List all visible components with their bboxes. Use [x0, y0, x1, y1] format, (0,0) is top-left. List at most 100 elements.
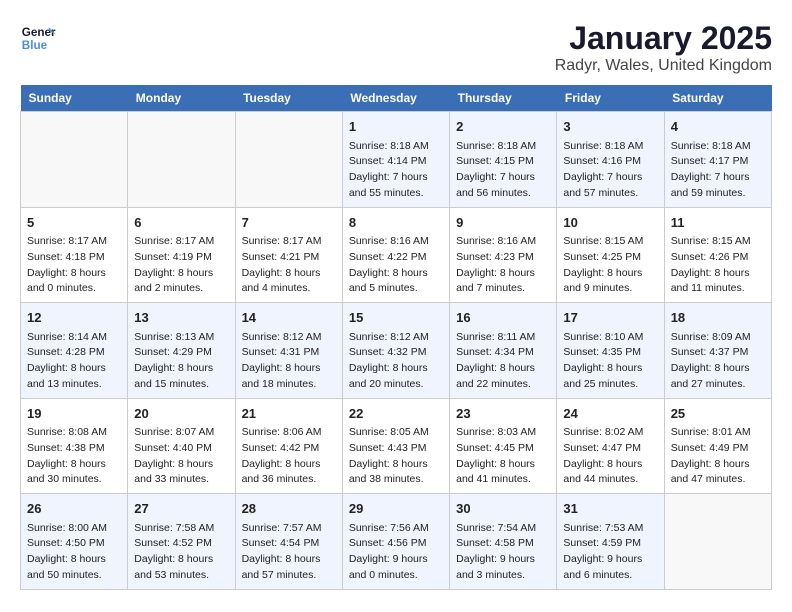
day-number: 10 [563, 213, 657, 233]
calendar-cell [235, 112, 342, 208]
day-info: Sunset: 4:34 PM [456, 345, 550, 361]
day-info: Sunset: 4:52 PM [134, 536, 228, 552]
day-info: Sunset: 4:17 PM [671, 154, 765, 170]
day-info: Sunrise: 8:16 AM [349, 234, 443, 250]
day-info: Daylight: 7 hours [563, 170, 657, 186]
day-info: Daylight: 8 hours [27, 361, 121, 377]
day-info: Sunrise: 8:05 AM [349, 425, 443, 441]
day-info: and 27 minutes. [671, 377, 765, 393]
day-number: 22 [349, 404, 443, 424]
day-info: Sunset: 4:22 PM [349, 250, 443, 266]
calendar-week-row: 12Sunrise: 8:14 AMSunset: 4:28 PMDayligh… [21, 303, 772, 399]
calendar-cell: 1Sunrise: 8:18 AMSunset: 4:14 PMDaylight… [342, 112, 449, 208]
day-info: and 57 minutes. [242, 568, 336, 584]
day-info: Sunrise: 8:02 AM [563, 425, 657, 441]
day-info: Daylight: 8 hours [456, 266, 550, 282]
calendar-cell: 4Sunrise: 8:18 AMSunset: 4:17 PMDaylight… [664, 112, 771, 208]
day-info: Sunrise: 8:03 AM [456, 425, 550, 441]
day-info: Daylight: 8 hours [242, 361, 336, 377]
day-info: Daylight: 8 hours [242, 457, 336, 473]
calendar-week-row: 1Sunrise: 8:18 AMSunset: 4:14 PMDaylight… [21, 112, 772, 208]
day-info: Sunset: 4:42 PM [242, 441, 336, 457]
calendar-cell: 23Sunrise: 8:03 AMSunset: 4:45 PMDayligh… [450, 398, 557, 494]
calendar-cell: 12Sunrise: 8:14 AMSunset: 4:28 PMDayligh… [21, 303, 128, 399]
day-info: Sunrise: 8:17 AM [27, 234, 121, 250]
svg-text:Blue: Blue [22, 39, 48, 52]
day-info: and 3 minutes. [456, 568, 550, 584]
day-info: Sunrise: 8:18 AM [671, 139, 765, 155]
day-info: Sunset: 4:47 PM [563, 441, 657, 457]
day-info: Sunrise: 7:57 AM [242, 521, 336, 537]
day-number: 2 [456, 117, 550, 137]
day-info: Sunrise: 8:16 AM [456, 234, 550, 250]
day-info: and 15 minutes. [134, 377, 228, 393]
day-info: and 13 minutes. [27, 377, 121, 393]
day-info: Sunrise: 8:06 AM [242, 425, 336, 441]
calendar-week-row: 26Sunrise: 8:00 AMSunset: 4:50 PMDayligh… [21, 494, 772, 590]
day-info: Sunset: 4:54 PM [242, 536, 336, 552]
calendar-cell: 24Sunrise: 8:02 AMSunset: 4:47 PMDayligh… [557, 398, 664, 494]
day-info: Daylight: 9 hours [456, 552, 550, 568]
day-number: 27 [134, 499, 228, 519]
calendar-cell: 5Sunrise: 8:17 AMSunset: 4:18 PMDaylight… [21, 207, 128, 303]
day-info: Daylight: 8 hours [563, 361, 657, 377]
logo: General Blue [20, 20, 56, 56]
day-number: 9 [456, 213, 550, 233]
day-info: Daylight: 8 hours [27, 266, 121, 282]
calendar-cell: 6Sunrise: 8:17 AMSunset: 4:19 PMDaylight… [128, 207, 235, 303]
day-info: Daylight: 8 hours [671, 361, 765, 377]
day-number: 25 [671, 404, 765, 424]
day-info: Daylight: 8 hours [456, 457, 550, 473]
day-info: Sunset: 4:16 PM [563, 154, 657, 170]
calendar-subtitle: Radyr, Wales, United Kingdom [555, 57, 772, 75]
day-info: and 53 minutes. [134, 568, 228, 584]
day-number: 12 [27, 308, 121, 328]
day-info: and 38 minutes. [349, 472, 443, 488]
day-info: Daylight: 8 hours [671, 266, 765, 282]
day-info: and 7 minutes. [456, 281, 550, 297]
day-info: and 56 minutes. [456, 186, 550, 202]
day-info: and 55 minutes. [349, 186, 443, 202]
day-info: and 0 minutes. [349, 568, 443, 584]
day-info: and 41 minutes. [456, 472, 550, 488]
day-number: 29 [349, 499, 443, 519]
day-info: Sunrise: 7:54 AM [456, 521, 550, 537]
day-info: Daylight: 8 hours [349, 266, 443, 282]
day-info: Sunset: 4:29 PM [134, 345, 228, 361]
day-number: 5 [27, 213, 121, 233]
day-info: and 59 minutes. [671, 186, 765, 202]
day-info: Sunset: 4:35 PM [563, 345, 657, 361]
day-info: Sunrise: 8:09 AM [671, 330, 765, 346]
calendar-cell: 22Sunrise: 8:05 AMSunset: 4:43 PMDayligh… [342, 398, 449, 494]
day-info: Sunrise: 8:18 AM [349, 139, 443, 155]
day-number: 3 [563, 117, 657, 137]
calendar-cell: 9Sunrise: 8:16 AMSunset: 4:23 PMDaylight… [450, 207, 557, 303]
day-number: 8 [349, 213, 443, 233]
day-number: 4 [671, 117, 765, 137]
day-info: Sunrise: 8:13 AM [134, 330, 228, 346]
day-info: Sunrise: 8:17 AM [134, 234, 228, 250]
calendar-cell: 16Sunrise: 8:11 AMSunset: 4:34 PMDayligh… [450, 303, 557, 399]
day-info: and 30 minutes. [27, 472, 121, 488]
calendar-cell: 29Sunrise: 7:56 AMSunset: 4:56 PMDayligh… [342, 494, 449, 590]
day-info: Sunset: 4:45 PM [456, 441, 550, 457]
page-header: General Blue January 2025 Radyr, Wales, … [20, 20, 772, 75]
day-info: Sunrise: 8:00 AM [27, 521, 121, 537]
day-header-saturday: Saturday [664, 85, 771, 112]
day-info: Sunset: 4:38 PM [27, 441, 121, 457]
calendar-cell [21, 112, 128, 208]
day-info: Sunset: 4:49 PM [671, 441, 765, 457]
calendar-week-row: 19Sunrise: 8:08 AMSunset: 4:38 PMDayligh… [21, 398, 772, 494]
day-info: Sunset: 4:25 PM [563, 250, 657, 266]
day-number: 23 [456, 404, 550, 424]
day-info: Sunset: 4:31 PM [242, 345, 336, 361]
day-info: and 25 minutes. [563, 377, 657, 393]
day-number: 20 [134, 404, 228, 424]
calendar-cell: 8Sunrise: 8:16 AMSunset: 4:22 PMDaylight… [342, 207, 449, 303]
day-info: Sunrise: 8:12 AM [242, 330, 336, 346]
day-header-wednesday: Wednesday [342, 85, 449, 112]
day-info: Sunrise: 8:18 AM [563, 139, 657, 155]
calendar-header-row: SundayMondayTuesdayWednesdayThursdayFrid… [21, 85, 772, 112]
day-info: Sunrise: 8:18 AM [456, 139, 550, 155]
calendar-title: January 2025 [555, 20, 772, 57]
